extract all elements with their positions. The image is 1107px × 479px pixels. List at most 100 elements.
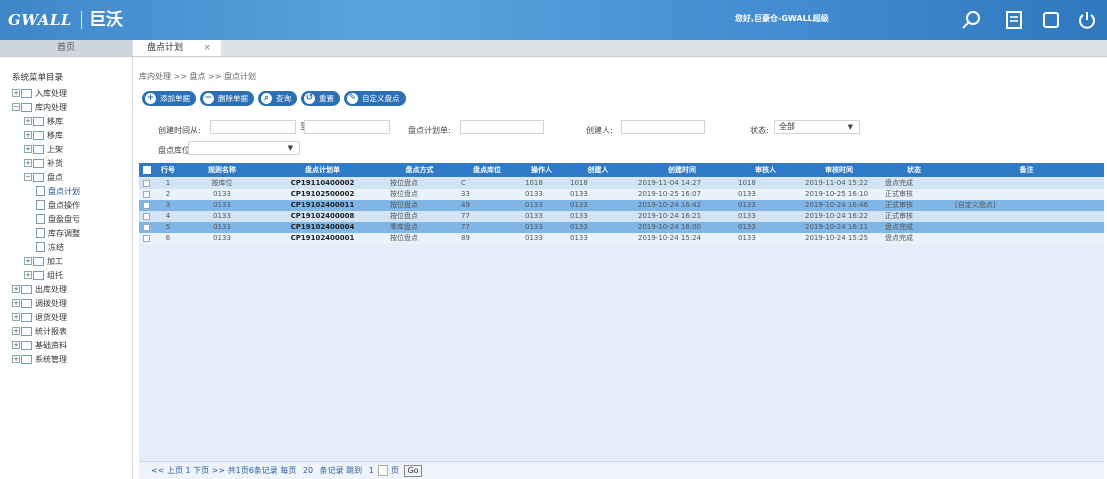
- logo-text: GWALL: [8, 11, 72, 29]
- column-header[interactable]: 盘点方式: [384, 163, 455, 177]
- status-select[interactable]: 全部 ▼: [774, 120, 860, 134]
- page-number[interactable]: 1: [369, 466, 374, 475]
- table-row[interactable]: 6 0133 CP19102400001 按位盘点 89 0133 0133 2019-10-…: [139, 233, 1104, 244]
- go-button[interactable]: Go: [404, 465, 422, 477]
- tab-home[interactable]: 首页: [0, 40, 132, 56]
- created-time-from-input[interactable]: [210, 120, 296, 134]
- expand-toggle-icon[interactable]: +: [24, 257, 32, 265]
- column-header[interactable]: 盘点计划单: [261, 163, 384, 177]
- power-icon[interactable]: [1076, 9, 1098, 31]
- folder-icon: [21, 326, 32, 336]
- column-header[interactable]: 行号: [153, 163, 183, 177]
- notes-icon[interactable]: [1003, 9, 1025, 31]
- created-time-to-input[interactable]: [304, 120, 390, 134]
- expand-toggle-icon[interactable]: +: [12, 285, 20, 293]
- row-checkbox[interactable]: [143, 235, 150, 242]
- sidebar-item[interactable]: − 库内处理: [12, 100, 67, 114]
- sidebar-item[interactable]: + 组托: [24, 268, 63, 282]
- table-cell: 按库位: [211, 179, 233, 187]
- sidebar-item-label: 库内处理: [35, 102, 67, 112]
- toolbar-button[interactable]: ⌕ 查询: [258, 91, 297, 106]
- sidebar-item[interactable]: + 系统管理: [12, 352, 67, 366]
- row-checkbox[interactable]: [143, 224, 150, 231]
- fullscreen-icon[interactable]: [1040, 9, 1062, 31]
- table-row[interactable]: 1 按库位 CP19110400002 按位盘点 C 1018 1018 2019-11-04…: [139, 178, 1104, 189]
- column-header[interactable]: 盘点库位: [455, 163, 519, 177]
- row-checkbox[interactable]: [143, 191, 150, 198]
- empty-grid-row: [139, 404, 1104, 420]
- column-header[interactable]: 状态: [879, 163, 949, 177]
- sidebar-item[interactable]: + 补货: [24, 156, 63, 170]
- expand-toggle-icon[interactable]: +: [12, 355, 20, 363]
- column-header[interactable]: 备注: [949, 163, 1104, 177]
- expand-toggle-icon[interactable]: +: [12, 327, 20, 335]
- expand-toggle-icon[interactable]: +: [12, 313, 20, 321]
- page-input[interactable]: [378, 465, 389, 476]
- expand-toggle-icon[interactable]: +: [24, 159, 32, 167]
- expand-toggle-icon[interactable]: +: [24, 271, 32, 279]
- warehouse-select[interactable]: ▼: [188, 141, 300, 155]
- sidebar-item[interactable]: + 出库处理: [12, 282, 67, 296]
- sidebar-item[interactable]: 盘点计划: [36, 184, 80, 198]
- page-size[interactable]: 20: [303, 466, 313, 475]
- sidebar-item[interactable]: 库存调整: [36, 226, 80, 240]
- column-header[interactable]: 规则名称: [183, 163, 261, 177]
- search-icon[interactable]: [960, 9, 982, 31]
- tab-bar: 首页 盘点计划 ×: [0, 40, 1107, 57]
- table-cell: 77: [461, 223, 470, 231]
- toolbar-button[interactable]: ↺ 重置: [301, 91, 340, 106]
- table-row[interactable]: 4 0133 CP19102400008 按位盘点 77 0133 0133 2019-10-…: [139, 211, 1104, 222]
- toolbar-button[interactable]: − 删除单据: [200, 91, 254, 106]
- sidebar-item[interactable]: + 统计报表: [12, 324, 67, 338]
- expand-toggle-icon[interactable]: +: [24, 117, 32, 125]
- sidebar-item[interactable]: + 移库: [24, 128, 63, 142]
- sidebar-item[interactable]: + 入库处理: [12, 86, 67, 100]
- table-cell: 0133: [213, 190, 231, 198]
- sidebar-item[interactable]: + 加工: [24, 254, 63, 268]
- expand-toggle-icon[interactable]: −: [24, 173, 32, 181]
- expand-toggle-icon[interactable]: +: [12, 341, 20, 349]
- sidebar-item[interactable]: + 调拨处理: [12, 296, 67, 310]
- table-cell: [自定义盘点]: [955, 201, 996, 209]
- expand-toggle-icon[interactable]: +: [12, 299, 20, 307]
- table-row[interactable]: 5 0133 CP19102400004 零库盘点 77 0133 0133 2019-10-…: [139, 222, 1104, 233]
- select-all-checkbox[interactable]: [143, 166, 151, 174]
- toolbar-button[interactable]: ✎ 自定义盘点: [344, 91, 406, 106]
- table-cell: 2: [165, 190, 171, 198]
- page-unit: 页: [390, 466, 399, 475]
- pager-nav-text[interactable]: << 上页 1 下页 >> 共1页6条记录 每页: [151, 466, 296, 475]
- sidebar-item-label: 移库: [47, 130, 63, 140]
- column-header[interactable]: 审核人: [732, 163, 799, 177]
- sidebar-item[interactable]: 盘点操作: [36, 198, 80, 212]
- row-checkbox[interactable]: [143, 180, 150, 187]
- creator-input[interactable]: [621, 120, 705, 134]
- tab-inventory-plan[interactable]: 盘点计划 ×: [133, 40, 221, 56]
- data-grid: 行号 规则名称 盘点计划单 盘点方式 盘点库位 操作人 创建人 创建时间 审核人 审核时间 状态 备注…: [139, 163, 1104, 461]
- sidebar-item-label: 统计报表: [35, 326, 67, 336]
- table-cell: CP19102400008: [290, 212, 355, 220]
- sidebar-item[interactable]: + 基础资料: [12, 338, 67, 352]
- table-row[interactable]: 3 0133 CP19102400011 按位盘点 49 0133 0133 2019-10-…: [139, 200, 1104, 211]
- sidebar-item[interactable]: − 盘点: [24, 170, 63, 184]
- plan-no-input[interactable]: [460, 120, 544, 134]
- column-header[interactable]: 创建人: [564, 163, 632, 177]
- column-header[interactable]: 创建时间: [632, 163, 732, 177]
- column-header[interactable]: 操作人: [519, 163, 564, 177]
- toolbar-button[interactable]: + 添加单据: [142, 91, 196, 106]
- sidebar-item[interactable]: + 移库: [24, 114, 63, 128]
- expand-toggle-icon[interactable]: +: [24, 145, 32, 153]
- sidebar-item[interactable]: 盘盈盘亏: [36, 212, 80, 226]
- table-row[interactable]: 2 0133 CP19102500002 按位盘点 33 0133 0133 2019-10-…: [139, 189, 1104, 200]
- expand-toggle-icon[interactable]: +: [24, 131, 32, 139]
- empty-grid-row: [139, 244, 1104, 260]
- expand-toggle-icon[interactable]: +: [12, 89, 20, 97]
- column-header[interactable]: 审核时间: [799, 163, 879, 177]
- close-icon[interactable]: ×: [203, 40, 211, 56]
- row-checkbox[interactable]: [143, 202, 150, 209]
- expand-toggle-icon[interactable]: −: [12, 103, 20, 111]
- sidebar-item[interactable]: + 上架: [24, 142, 63, 156]
- row-checkbox[interactable]: [143, 213, 150, 220]
- sidebar-item[interactable]: 冻结: [36, 240, 64, 254]
- sidebar-item[interactable]: + 退货处理: [12, 310, 67, 324]
- minus-icon: −: [203, 93, 214, 104]
